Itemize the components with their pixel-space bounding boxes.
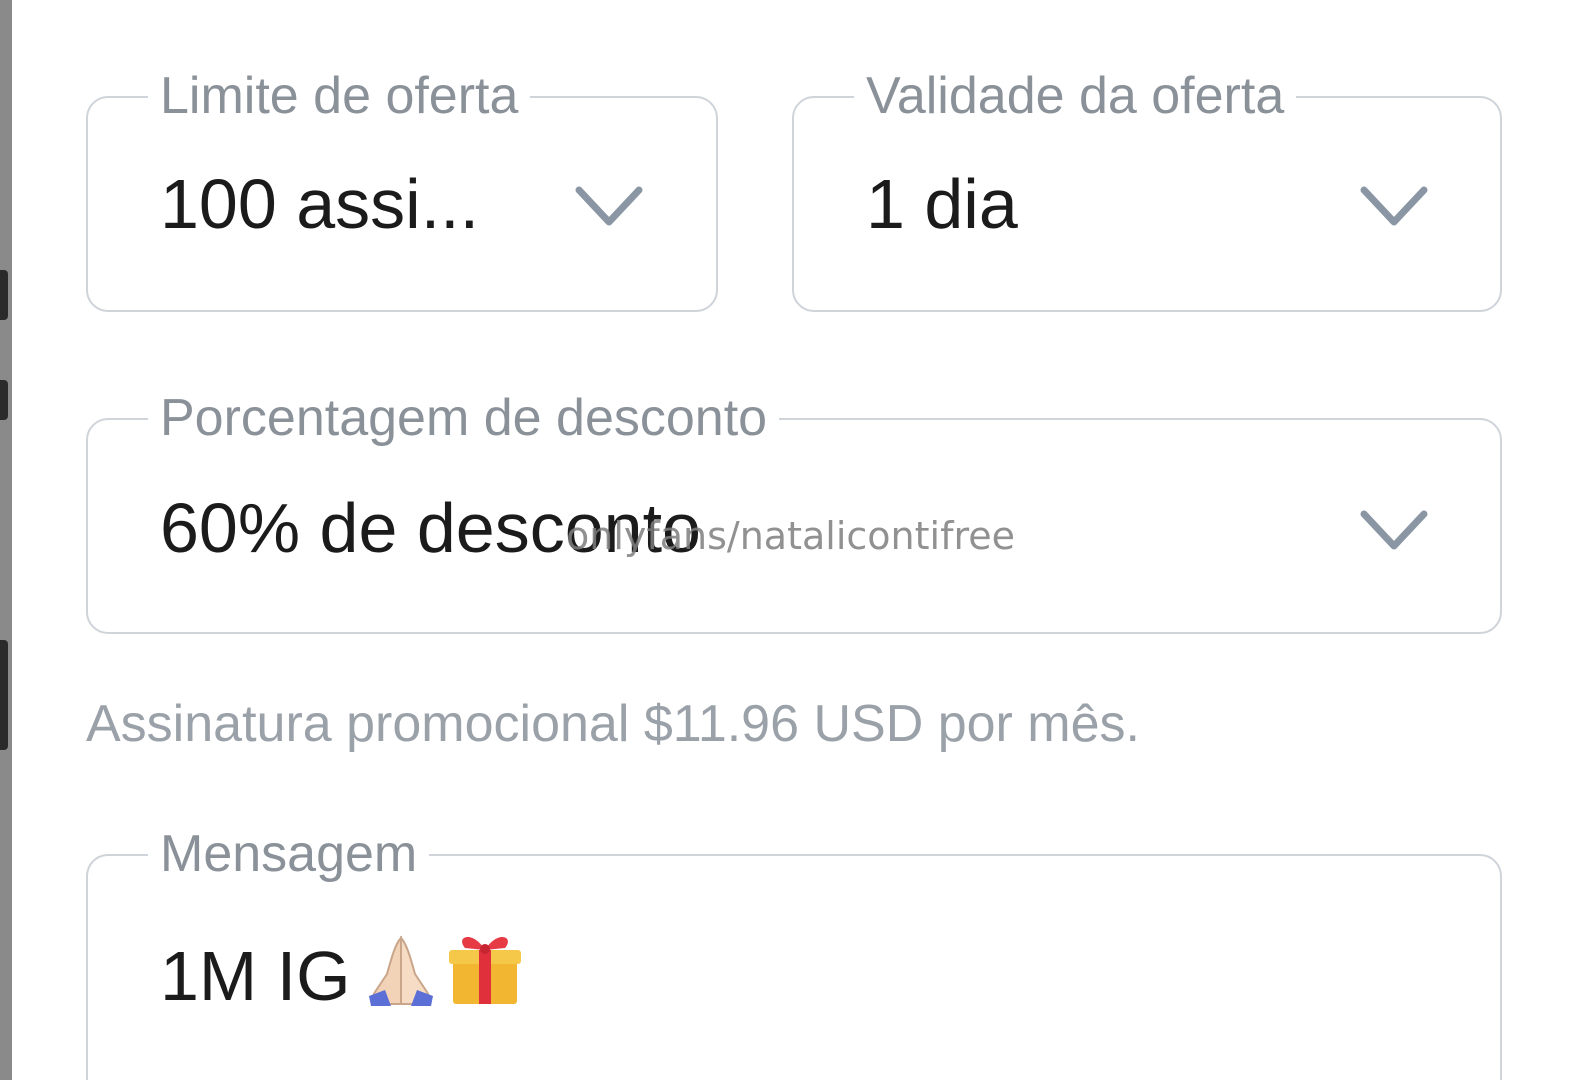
message-text-content: 1M IG xyxy=(160,937,351,1015)
background-element xyxy=(0,640,8,750)
gift-icon xyxy=(443,926,527,1026)
offer-limit-value: 100 assi... xyxy=(160,165,480,243)
folded-hands-icon xyxy=(361,930,441,1026)
offer-limit-select[interactable]: Limite de oferta 100 assi... xyxy=(86,64,718,312)
chevron-down-icon xyxy=(1359,184,1429,230)
promo-price-note: Assinatura promocional $11.96 USD por mê… xyxy=(86,695,1140,753)
message-text: 1M IG xyxy=(160,926,527,1026)
offer-validity-label: Validade da oferta xyxy=(854,64,1297,128)
message-input[interactable]: Mensagem 1M IG xyxy=(86,822,1502,1080)
background-element xyxy=(0,270,8,320)
offer-form-sheet: Limite de oferta 100 assi... Validade da… xyxy=(12,0,1578,1080)
offer-validity-value: 1 dia xyxy=(866,165,1018,243)
background-element xyxy=(0,380,8,420)
offer-settings-screen: Limite de oferta 100 assi... Validade da… xyxy=(0,0,1578,1080)
offer-limit-label: Limite de oferta xyxy=(148,64,531,128)
watermark: onlyfans/natalicontifree xyxy=(566,514,1016,558)
offer-validity-select[interactable]: Validade da oferta 1 dia xyxy=(792,64,1502,312)
background-page-edge xyxy=(0,0,12,1080)
message-label: Mensagem xyxy=(148,822,430,886)
discount-label: Porcentagem de desconto xyxy=(148,386,780,450)
chevron-down-icon xyxy=(1359,508,1429,554)
chevron-down-icon xyxy=(574,184,644,230)
